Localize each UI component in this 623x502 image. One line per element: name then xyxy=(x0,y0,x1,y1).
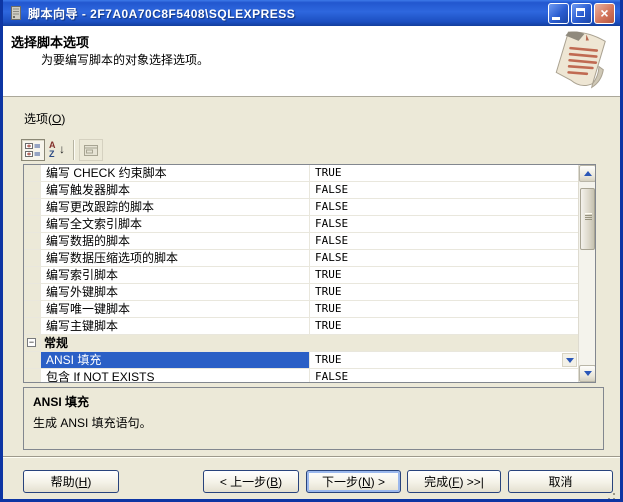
minimize-icon xyxy=(552,17,560,20)
scroll-down-button[interactable] xyxy=(579,365,596,382)
property-name[interactable]: 编写索引脚本 xyxy=(41,267,309,283)
categorized-icon xyxy=(25,143,41,157)
chevron-down-icon xyxy=(584,371,592,376)
vertical-scrollbar[interactable] xyxy=(578,165,595,382)
property-grid: 编写 CHECK 约束脚本 TRUE 编写触发器脚本 FALSE 编写更改跟踪的… xyxy=(23,164,596,383)
cancel-button[interactable]: 取消 xyxy=(508,470,613,493)
description-text: 生成 ANSI 填充语句。 xyxy=(33,414,594,431)
property-value[interactable]: FALSE xyxy=(309,199,578,215)
property-value[interactable]: TRUE xyxy=(309,267,578,283)
property-name[interactable]: 编写数据压缩选项的脚本 xyxy=(41,250,309,266)
property-name[interactable]: 编写主键脚本 xyxy=(41,318,309,334)
property-name[interactable]: 编写全文索引脚本 xyxy=(41,216,309,232)
property-value[interactable]: TRUE xyxy=(309,165,578,181)
property-rows: 编写 CHECK 约束脚本 TRUE 编写触发器脚本 FALSE 编写更改跟踪的… xyxy=(24,165,578,383)
maximize-icon xyxy=(576,8,585,17)
property-pages-icon xyxy=(83,144,99,157)
title-bar[interactable]: 脚本向导 - 2F7A0A70C8F5408\SQLEXPRESS × xyxy=(3,0,620,26)
wizard-header: 选择脚本选项 为要编写脚本的对象选择选项。 xyxy=(3,26,620,97)
table-row[interactable]: 编写数据压缩选项的脚本 FALSE xyxy=(24,250,578,267)
table-row[interactable]: 编写触发器脚本 FALSE xyxy=(24,182,578,199)
close-icon: × xyxy=(595,4,614,23)
property-name[interactable]: ANSI 填充 xyxy=(41,352,309,368)
chevron-down-icon xyxy=(566,358,574,363)
table-row[interactable]: 编写索引脚本 TRUE xyxy=(24,267,578,284)
table-row[interactable]: 包含 If NOT EXISTS FALSE xyxy=(24,369,578,383)
collapse-icon[interactable]: − xyxy=(27,338,36,347)
property-name[interactable]: 包含 If NOT EXISTS xyxy=(41,369,309,383)
app-icon xyxy=(8,5,24,21)
window-title: 脚本向导 - 2F7A0A70C8F5408\SQLEXPRESS xyxy=(28,5,546,22)
scrollbar-thumb[interactable] xyxy=(580,188,595,250)
property-name[interactable]: 编写更改跟踪的脚本 xyxy=(41,199,309,215)
property-grid-toolbar: A Z ↓ xyxy=(21,138,103,162)
table-row-selected[interactable]: ANSI 填充 TRUE xyxy=(24,352,578,369)
category-label: 常规 xyxy=(41,335,68,351)
description-panel: ANSI 填充 生成 ANSI 填充语句。 xyxy=(23,387,604,450)
value-dropdown-button[interactable] xyxy=(562,353,577,367)
resize-grip[interactable] xyxy=(613,493,615,495)
alphabetical-sort-button[interactable]: A Z ↓ xyxy=(45,139,69,161)
property-value[interactable]: FALSE xyxy=(309,182,578,198)
property-name[interactable]: 编写外键脚本 xyxy=(41,284,309,300)
bottom-separator xyxy=(3,456,620,458)
table-row[interactable]: 编写全文索引脚本 FALSE xyxy=(24,216,578,233)
table-row[interactable]: 编写外键脚本 TRUE xyxy=(24,284,578,301)
property-value[interactable]: TRUE xyxy=(309,284,578,300)
next-button[interactable]: 下一步(N) > xyxy=(306,470,401,493)
page-title: 选择脚本选项 xyxy=(11,32,89,51)
property-value[interactable]: TRUE xyxy=(309,318,578,334)
help-button[interactable]: 帮助(H) xyxy=(23,470,119,493)
property-value[interactable]: FALSE xyxy=(309,216,578,232)
category-row[interactable]: − 常规 xyxy=(24,335,578,352)
toolbar-separator xyxy=(73,140,75,160)
table-row[interactable]: 编写更改跟踪的脚本 FALSE xyxy=(24,199,578,216)
table-row[interactable]: 编写主键脚本 TRUE xyxy=(24,318,578,335)
categorized-view-button[interactable] xyxy=(21,139,45,161)
property-value[interactable]: FALSE xyxy=(309,233,578,249)
property-value[interactable]: TRUE xyxy=(309,301,578,317)
property-name[interactable]: 编写 CHECK 约束脚本 xyxy=(41,165,309,181)
minimize-button[interactable] xyxy=(548,3,569,24)
property-name[interactable]: 编写唯一键脚本 xyxy=(41,301,309,317)
scroll-up-button[interactable] xyxy=(579,165,596,182)
table-row[interactable]: 编写 CHECK 约束脚本 TRUE xyxy=(24,165,578,182)
table-row[interactable]: 编写数据的脚本 FALSE xyxy=(24,233,578,250)
property-pages-button[interactable] xyxy=(79,139,103,161)
options-label: 选项(O) xyxy=(24,110,65,127)
chevron-up-icon xyxy=(584,171,592,176)
wizard-scroll-graphic xyxy=(550,27,612,93)
close-button[interactable]: × xyxy=(594,3,615,24)
maximize-button[interactable] xyxy=(571,3,592,24)
script-wizard-dialog: 脚本向导 - 2F7A0A70C8F5408\SQLEXPRESS × 选择脚本… xyxy=(0,0,623,502)
property-name[interactable]: 编写触发器脚本 xyxy=(41,182,309,198)
property-value[interactable]: TRUE xyxy=(309,352,578,368)
az-sort-icon: A Z ↓ xyxy=(48,141,66,159)
property-value[interactable]: FALSE xyxy=(309,250,578,266)
page-subtitle: 为要编写脚本的对象选择选项。 xyxy=(41,51,209,68)
back-button[interactable]: < 上一步(B) xyxy=(203,470,299,493)
table-row[interactable]: 编写唯一键脚本 TRUE xyxy=(24,301,578,318)
finish-button[interactable]: 完成(F) >>| xyxy=(407,470,501,493)
description-title: ANSI 填充 xyxy=(33,393,594,410)
property-value[interactable]: FALSE xyxy=(309,369,578,383)
property-name[interactable]: 编写数据的脚本 xyxy=(41,233,309,249)
